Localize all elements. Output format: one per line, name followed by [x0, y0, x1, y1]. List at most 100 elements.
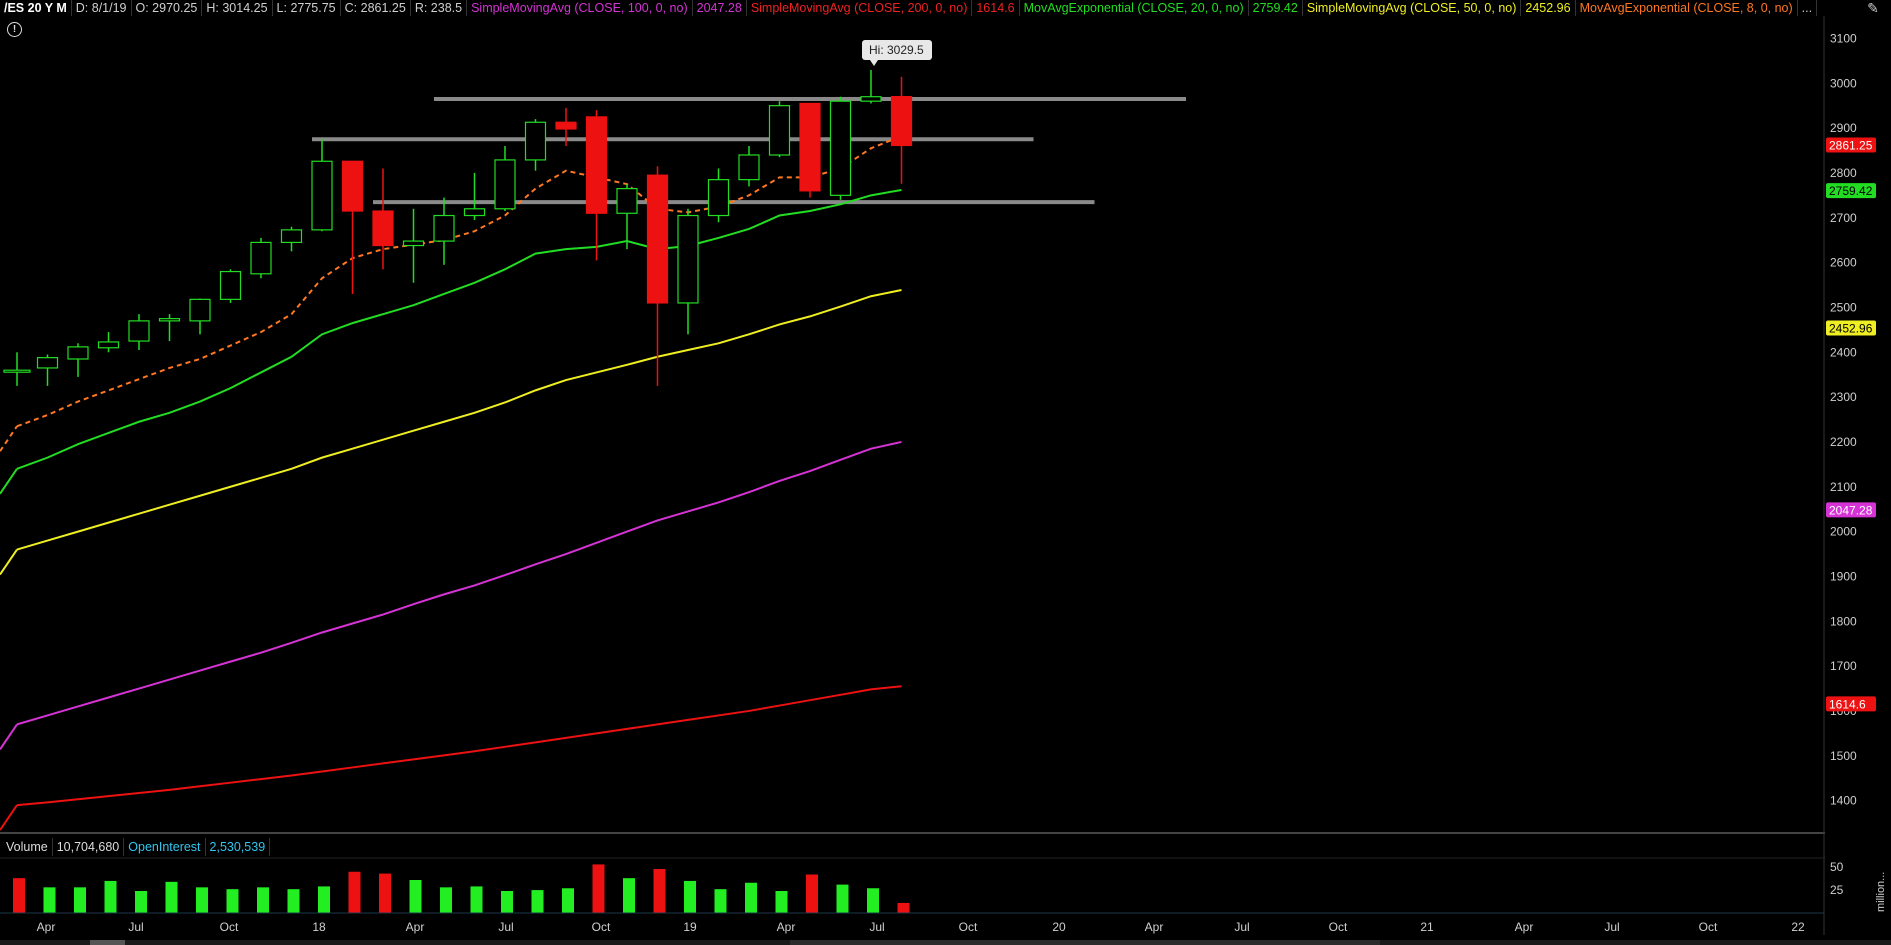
volume-bar[interactable] [13, 878, 25, 913]
candle-body[interactable] [189, 298, 211, 322]
price-badge-label: 2861.25 [1829, 138, 1873, 152]
volume-bar[interactable] [836, 884, 849, 913]
time-tick-label: Jul [1234, 920, 1249, 934]
study-label[interactable]: MovAvgExponential (CLOSE, 8, 0, no) [1576, 0, 1798, 16]
open-interest-label[interactable]: OpenInterest [124, 838, 206, 856]
volume-label[interactable]: Volume [2, 838, 53, 856]
candle-body[interactable] [555, 121, 577, 130]
volume-bar[interactable] [409, 880, 422, 913]
volume-bar[interactable] [562, 888, 574, 913]
volume-bar[interactable] [684, 880, 696, 913]
candle-body[interactable] [860, 96, 882, 102]
volume-bar[interactable] [531, 890, 544, 913]
candle-body[interactable] [67, 346, 89, 360]
time-tick-label: Apr [1145, 920, 1164, 934]
candle-body[interactable] [707, 179, 730, 217]
volume-bar[interactable] [897, 902, 910, 913]
price-tick-label: 2500 [1830, 300, 1857, 314]
time-tick-label: Oct [1329, 920, 1348, 934]
study-value: ... [1798, 0, 1818, 16]
study-label[interactable]: SimpleMovingAvg (CLOSE, 50, 0, no) [1303, 0, 1522, 16]
candle-body[interactable] [738, 154, 760, 181]
candle-body[interactable] [402, 240, 425, 247]
volume-bar[interactable] [806, 874, 818, 914]
volume-bar[interactable] [379, 873, 391, 913]
candle-body[interactable] [646, 174, 669, 304]
price-chart[interactable]: 3100 3000 2900 2800 2700 2600 2500 2400 2300 2200… [0, 0, 1891, 945]
open-interest-value: 2,530,539 [206, 838, 271, 856]
candle-body[interactable] [128, 320, 150, 342]
volume-bar[interactable] [165, 881, 178, 913]
volume-bar[interactable] [257, 887, 269, 913]
study-label[interactable]: SimpleMovingAvg (CLOSE, 200, 0, no) [747, 0, 973, 16]
candle-body[interactable] [616, 188, 638, 214]
price-tick-label: 2700 [1830, 211, 1857, 225]
volume-bar[interactable] [226, 889, 239, 913]
candle-body[interactable] [677, 214, 699, 304]
volume-tick-label: 50 [1830, 860, 1844, 874]
candle-body[interactable] [280, 229, 303, 244]
candle-body[interactable] [3, 369, 31, 373]
time-tick-label: 22 [1791, 920, 1805, 934]
candle-body[interactable] [890, 95, 913, 147]
price-tick-label: 1800 [1830, 614, 1857, 628]
volume-bar[interactable] [348, 871, 361, 913]
horizontal-scrollbar[interactable] [0, 940, 1891, 945]
candle-body[interactable] [219, 270, 242, 300]
volume-legend: Volume 10,704,680 OpenInterest 2,530,539 [2, 838, 271, 856]
candle-body[interactable] [433, 214, 455, 242]
price-badge-label: 2759.42 [1829, 184, 1873, 198]
volume-tick-label: 25 [1830, 883, 1844, 897]
price-tick-label: 2800 [1830, 166, 1857, 180]
close-label: C: 2861.25 [341, 0, 411, 16]
candle-body[interactable] [768, 105, 791, 156]
study-value: 2047.28 [693, 0, 747, 16]
time-tick-label: Oct [592, 920, 611, 934]
symbol-label[interactable]: /ES 20 Y M [0, 0, 72, 16]
time-tick-label: Oct [1699, 920, 1718, 934]
candle-body[interactable] [97, 341, 120, 349]
volume-bar[interactable] [867, 888, 879, 913]
info-icon[interactable]: ! [7, 22, 22, 37]
pencil-icon[interactable]: ✎ [1863, 0, 1883, 16]
price-tick-label: 3100 [1830, 31, 1857, 45]
volume-bar[interactable] [592, 864, 605, 913]
volume-bar[interactable] [775, 891, 788, 913]
price-tick-label: 1900 [1830, 569, 1857, 583]
study-label[interactable]: SimpleMovingAvg (CLOSE, 100, 0, no) [467, 0, 693, 16]
candle-body[interactable] [463, 208, 486, 217]
volume-bar[interactable] [501, 891, 513, 913]
price-tick-label: 2600 [1830, 256, 1857, 270]
candle-body[interactable] [311, 160, 333, 231]
study-label[interactable]: MovAvgExponential (CLOSE, 20, 0, no) [1020, 0, 1249, 16]
volume-bar[interactable] [440, 887, 452, 913]
candle-body[interactable] [250, 241, 272, 275]
volume-bar[interactable] [745, 882, 757, 913]
price-tick-label: 1700 [1830, 659, 1857, 673]
candle-body[interactable] [158, 318, 181, 322]
volume-bar[interactable] [470, 886, 483, 913]
price-tick-label: 2100 [1830, 480, 1857, 494]
candle-body[interactable] [372, 210, 394, 247]
candle-body[interactable] [524, 121, 547, 161]
candle-body[interactable] [341, 160, 364, 212]
volume-bar[interactable] [135, 891, 147, 913]
volume-bar[interactable] [714, 889, 727, 913]
volume-bar[interactable] [318, 886, 330, 913]
volume-bar[interactable] [287, 889, 300, 913]
volume-bar[interactable] [104, 880, 117, 913]
volume-bar[interactable] [74, 887, 86, 913]
volume-bar[interactable] [653, 869, 666, 913]
hi-label-text: Hi: 3029.5 [869, 43, 924, 57]
volume-bar[interactable] [43, 887, 56, 913]
candle-body[interactable] [494, 159, 516, 210]
candle-body[interactable] [799, 102, 821, 192]
candle-body[interactable] [585, 116, 608, 214]
time-tick-label: 20 [1052, 920, 1066, 934]
volume-bar[interactable] [196, 887, 208, 913]
scroll-thumb[interactable] [90, 940, 125, 945]
time-tick-label: 18 [312, 920, 326, 934]
volume-bar[interactable] [623, 878, 635, 913]
candle-body[interactable] [36, 357, 59, 369]
candle-body[interactable] [829, 100, 852, 196]
